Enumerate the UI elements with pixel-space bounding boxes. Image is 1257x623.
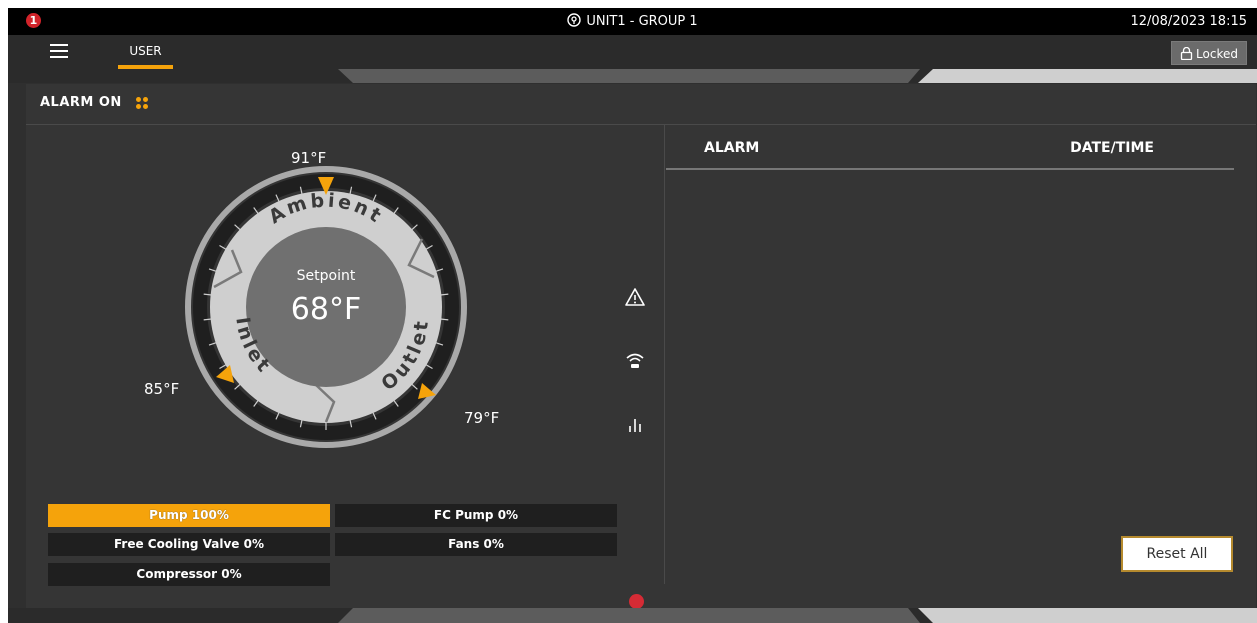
wifi-icon[interactable]: [624, 350, 646, 372]
column-datetime: DATE/TIME: [1070, 140, 1154, 156]
status-fc-pump: FC Pump 0%: [335, 504, 617, 527]
alarm-table-header: ALARM DATE/TIME: [666, 132, 1234, 170]
lock-label: Locked: [1196, 47, 1238, 61]
lock-button[interactable]: Locked: [1171, 41, 1247, 65]
map-pin-icon: [567, 13, 582, 27]
unit-title-text: UNIT1 - GROUP 1: [586, 14, 698, 29]
footer-decoration: [8, 608, 1257, 623]
top-bar: 1 UNIT1 - GROUP 1 12/08/2023 18:15: [8, 8, 1257, 35]
datetime: 12/08/2023 18:15: [1130, 14, 1247, 29]
nav-bar: USER Locked: [8, 35, 1257, 69]
bar-chart-icon[interactable]: [624, 414, 646, 436]
app-window: 1 UNIT1 - GROUP 1 12/08/2023 18:15 USER …: [8, 8, 1257, 623]
warning-icon[interactable]: [624, 286, 646, 308]
status-free-cooling-valve: Free Cooling Valve 0%: [48, 533, 330, 556]
grid-icon[interactable]: [136, 97, 149, 110]
temperature-dial: Ambient Inlet Outlet Setpoint 68°F: [185, 166, 467, 448]
tab-user[interactable]: USER: [118, 35, 173, 69]
unit-title: UNIT1 - GROUP 1: [8, 8, 1257, 35]
alarm-on-label: ALARM ON: [40, 95, 122, 110]
reset-all-button[interactable]: Reset All: [1121, 536, 1233, 572]
main-panel: ALARM ON 91°F 85°F 79°F Ambient Inlet Ou…: [26, 84, 1256, 609]
status-fans: Fans 0%: [335, 533, 617, 556]
status-pump: Pump 100%: [48, 504, 330, 527]
header-decoration: [8, 69, 1257, 83]
setpoint-value: 68°F: [291, 292, 361, 327]
status-indicator-dot: [629, 594, 644, 609]
panel-divider: [664, 124, 665, 584]
menu-icon[interactable]: [50, 44, 68, 58]
setpoint-label: Setpoint: [297, 268, 356, 284]
status-compressor: Compressor 0%: [48, 563, 330, 586]
tab-user-label: USER: [129, 44, 162, 58]
panel-header: ALARM ON: [26, 84, 1256, 125]
lock-icon: [1180, 46, 1193, 61]
column-alarm: ALARM: [704, 140, 760, 156]
